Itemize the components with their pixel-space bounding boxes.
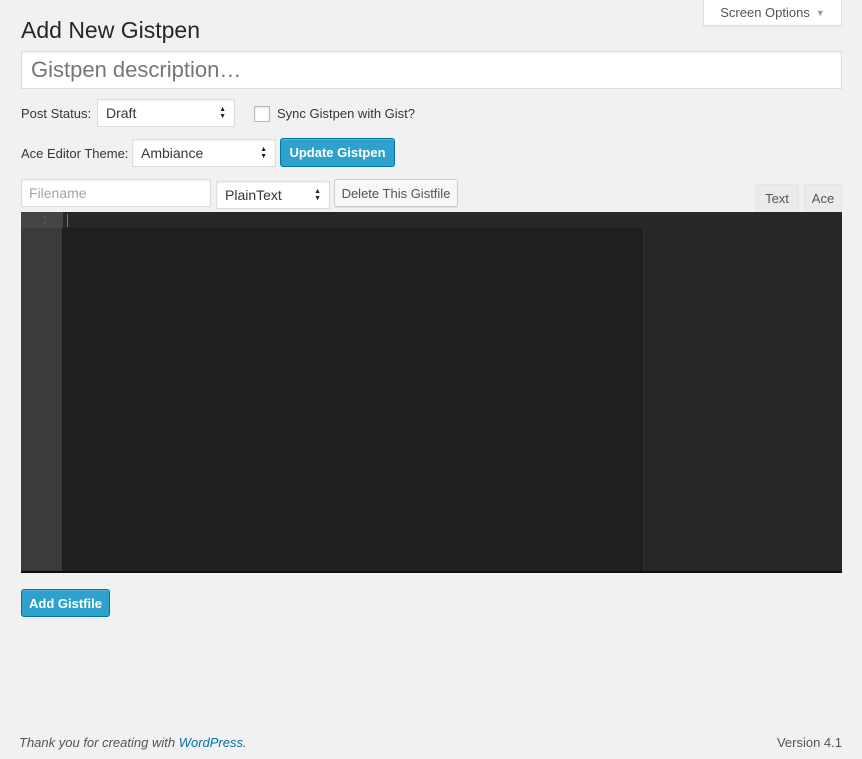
gistpen-description-input[interactable] — [21, 51, 842, 89]
select-arrows-icon: ▲ ▼ — [260, 146, 267, 160]
sync-gist-label: Sync Gistpen with Gist? — [277, 106, 415, 121]
update-gistpen-button[interactable]: Update Gistpen — [280, 138, 395, 167]
ace-theme-select[interactable]: Ambiance ▲ ▼ — [132, 139, 276, 167]
select-arrows-icon: ▲ ▼ — [314, 188, 321, 202]
post-status-label: Post Status: — [21, 106, 92, 121]
editor-gutter: 1 — [21, 212, 63, 571]
post-status-value: Draft — [106, 105, 137, 121]
wordpress-link[interactable]: WordPress — [179, 735, 243, 750]
line-number: 1 — [41, 214, 48, 227]
page-title: Add New Gistpen — [21, 17, 200, 43]
screen-options-label: Screen Options — [720, 5, 810, 20]
footer-thanks: Thank you for creating with WordPress. — [19, 735, 247, 750]
active-line-highlight — [63, 212, 842, 228]
language-select[interactable]: PlainText ▲ ▼ — [216, 181, 330, 209]
add-gistfile-button[interactable]: Add Gistfile — [21, 589, 110, 617]
filename-input[interactable] — [21, 179, 211, 207]
footer-thanks-text: Thank you for creating with — [19, 735, 179, 750]
text-cursor — [67, 214, 68, 227]
ace-theme-label: Ace Editor Theme: — [21, 146, 129, 161]
post-status-select[interactable]: Draft ▲ ▼ — [97, 99, 235, 127]
triangle-down-icon: ▼ — [815, 7, 825, 18]
footer-version: Version 4.1 — [776, 735, 842, 750]
tab-ace[interactable]: Ace — [804, 184, 842, 212]
tab-text[interactable]: Text — [755, 184, 799, 212]
screen-options-button[interactable]: Screen Options ▼ — [703, 0, 842, 26]
sync-gist-checkbox[interactable] — [254, 106, 270, 122]
print-margin — [643, 212, 842, 571]
code-editor[interactable]: 1 — [21, 212, 842, 573]
footer-thanks-suffix: . — [243, 735, 247, 750]
delete-gistfile-button[interactable]: Delete This Gistfile — [334, 179, 458, 207]
ace-theme-value: Ambiance — [141, 145, 204, 161]
language-value: PlainText — [225, 187, 282, 203]
select-arrows-icon: ▲ ▼ — [219, 106, 226, 120]
